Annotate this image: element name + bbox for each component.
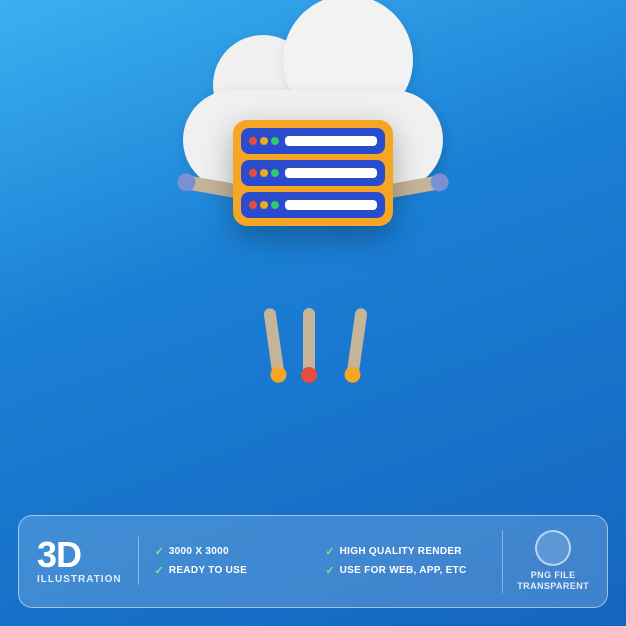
server-bar <box>285 168 377 178</box>
leg-ball-right <box>344 366 362 384</box>
dot-yellow <box>260 137 268 145</box>
dot-green <box>271 169 279 177</box>
checkmark-icon-4: ✓ <box>325 564 334 577</box>
dot-green <box>271 137 279 145</box>
check-item-2: ✓ HIGH QUALITY RENDER <box>325 545 486 558</box>
server-row <box>241 128 385 154</box>
leg-ball-left <box>269 366 287 384</box>
banner-png-section: PNG FILETRANSPARENT <box>502 530 589 593</box>
server-row <box>241 160 385 186</box>
leg-mid <box>303 308 315 378</box>
leg-ball-mid <box>301 367 317 383</box>
dot-yellow <box>260 201 268 209</box>
check-item-4: ✓ USE FOR WEB, APP, ETC <box>325 564 486 577</box>
banner-subtitle: ILLUSTRATION <box>37 574 122 585</box>
check-label-2: HIGH QUALITY RENDER <box>340 546 462 557</box>
dot-group <box>249 169 279 177</box>
check-label-4: USE FOR WEB, APP, ETC <box>340 565 467 576</box>
server-bar <box>285 136 377 146</box>
dot-group <box>249 137 279 145</box>
server-box <box>233 120 393 226</box>
png-label: PNG FILETRANSPARENT <box>517 570 589 593</box>
dot-red <box>249 169 257 177</box>
dot-red <box>249 137 257 145</box>
checkmark-icon-1: ✓ <box>155 545 164 558</box>
arm-ball-right <box>429 172 450 193</box>
checkmark-icon-3: ✓ <box>155 564 164 577</box>
check-item-1: ✓ 3000 X 3000 <box>155 545 316 558</box>
dot-group <box>249 201 279 209</box>
check-item-3: ✓ READY TO USE <box>155 564 316 577</box>
banner-checks: ✓ 3000 X 3000 ✓ HIGH QUALITY RENDER ✓ RE… <box>155 545 487 577</box>
server-row <box>241 192 385 218</box>
banner-3d-section: 3D ILLUSTRATION <box>37 537 139 585</box>
dot-yellow <box>260 169 268 177</box>
background: 3D ILLUSTRATION ✓ 3000 X 3000 ✓ HIGH QUA… <box>0 0 626 626</box>
leg-left <box>263 308 285 379</box>
png-circle <box>535 530 571 566</box>
banner-title: 3D <box>37 537 81 573</box>
banner: 3D ILLUSTRATION ✓ 3000 X 3000 ✓ HIGH QUA… <box>18 515 608 608</box>
check-label-3: READY TO USE <box>169 565 247 576</box>
checkmark-icon-2: ✓ <box>325 545 334 558</box>
illustration <box>153 30 473 450</box>
leg-right <box>346 308 368 379</box>
server <box>233 120 393 226</box>
check-label-1: 3000 X 3000 <box>169 546 229 557</box>
server-bar <box>285 200 377 210</box>
dot-green <box>271 201 279 209</box>
dot-red <box>249 201 257 209</box>
